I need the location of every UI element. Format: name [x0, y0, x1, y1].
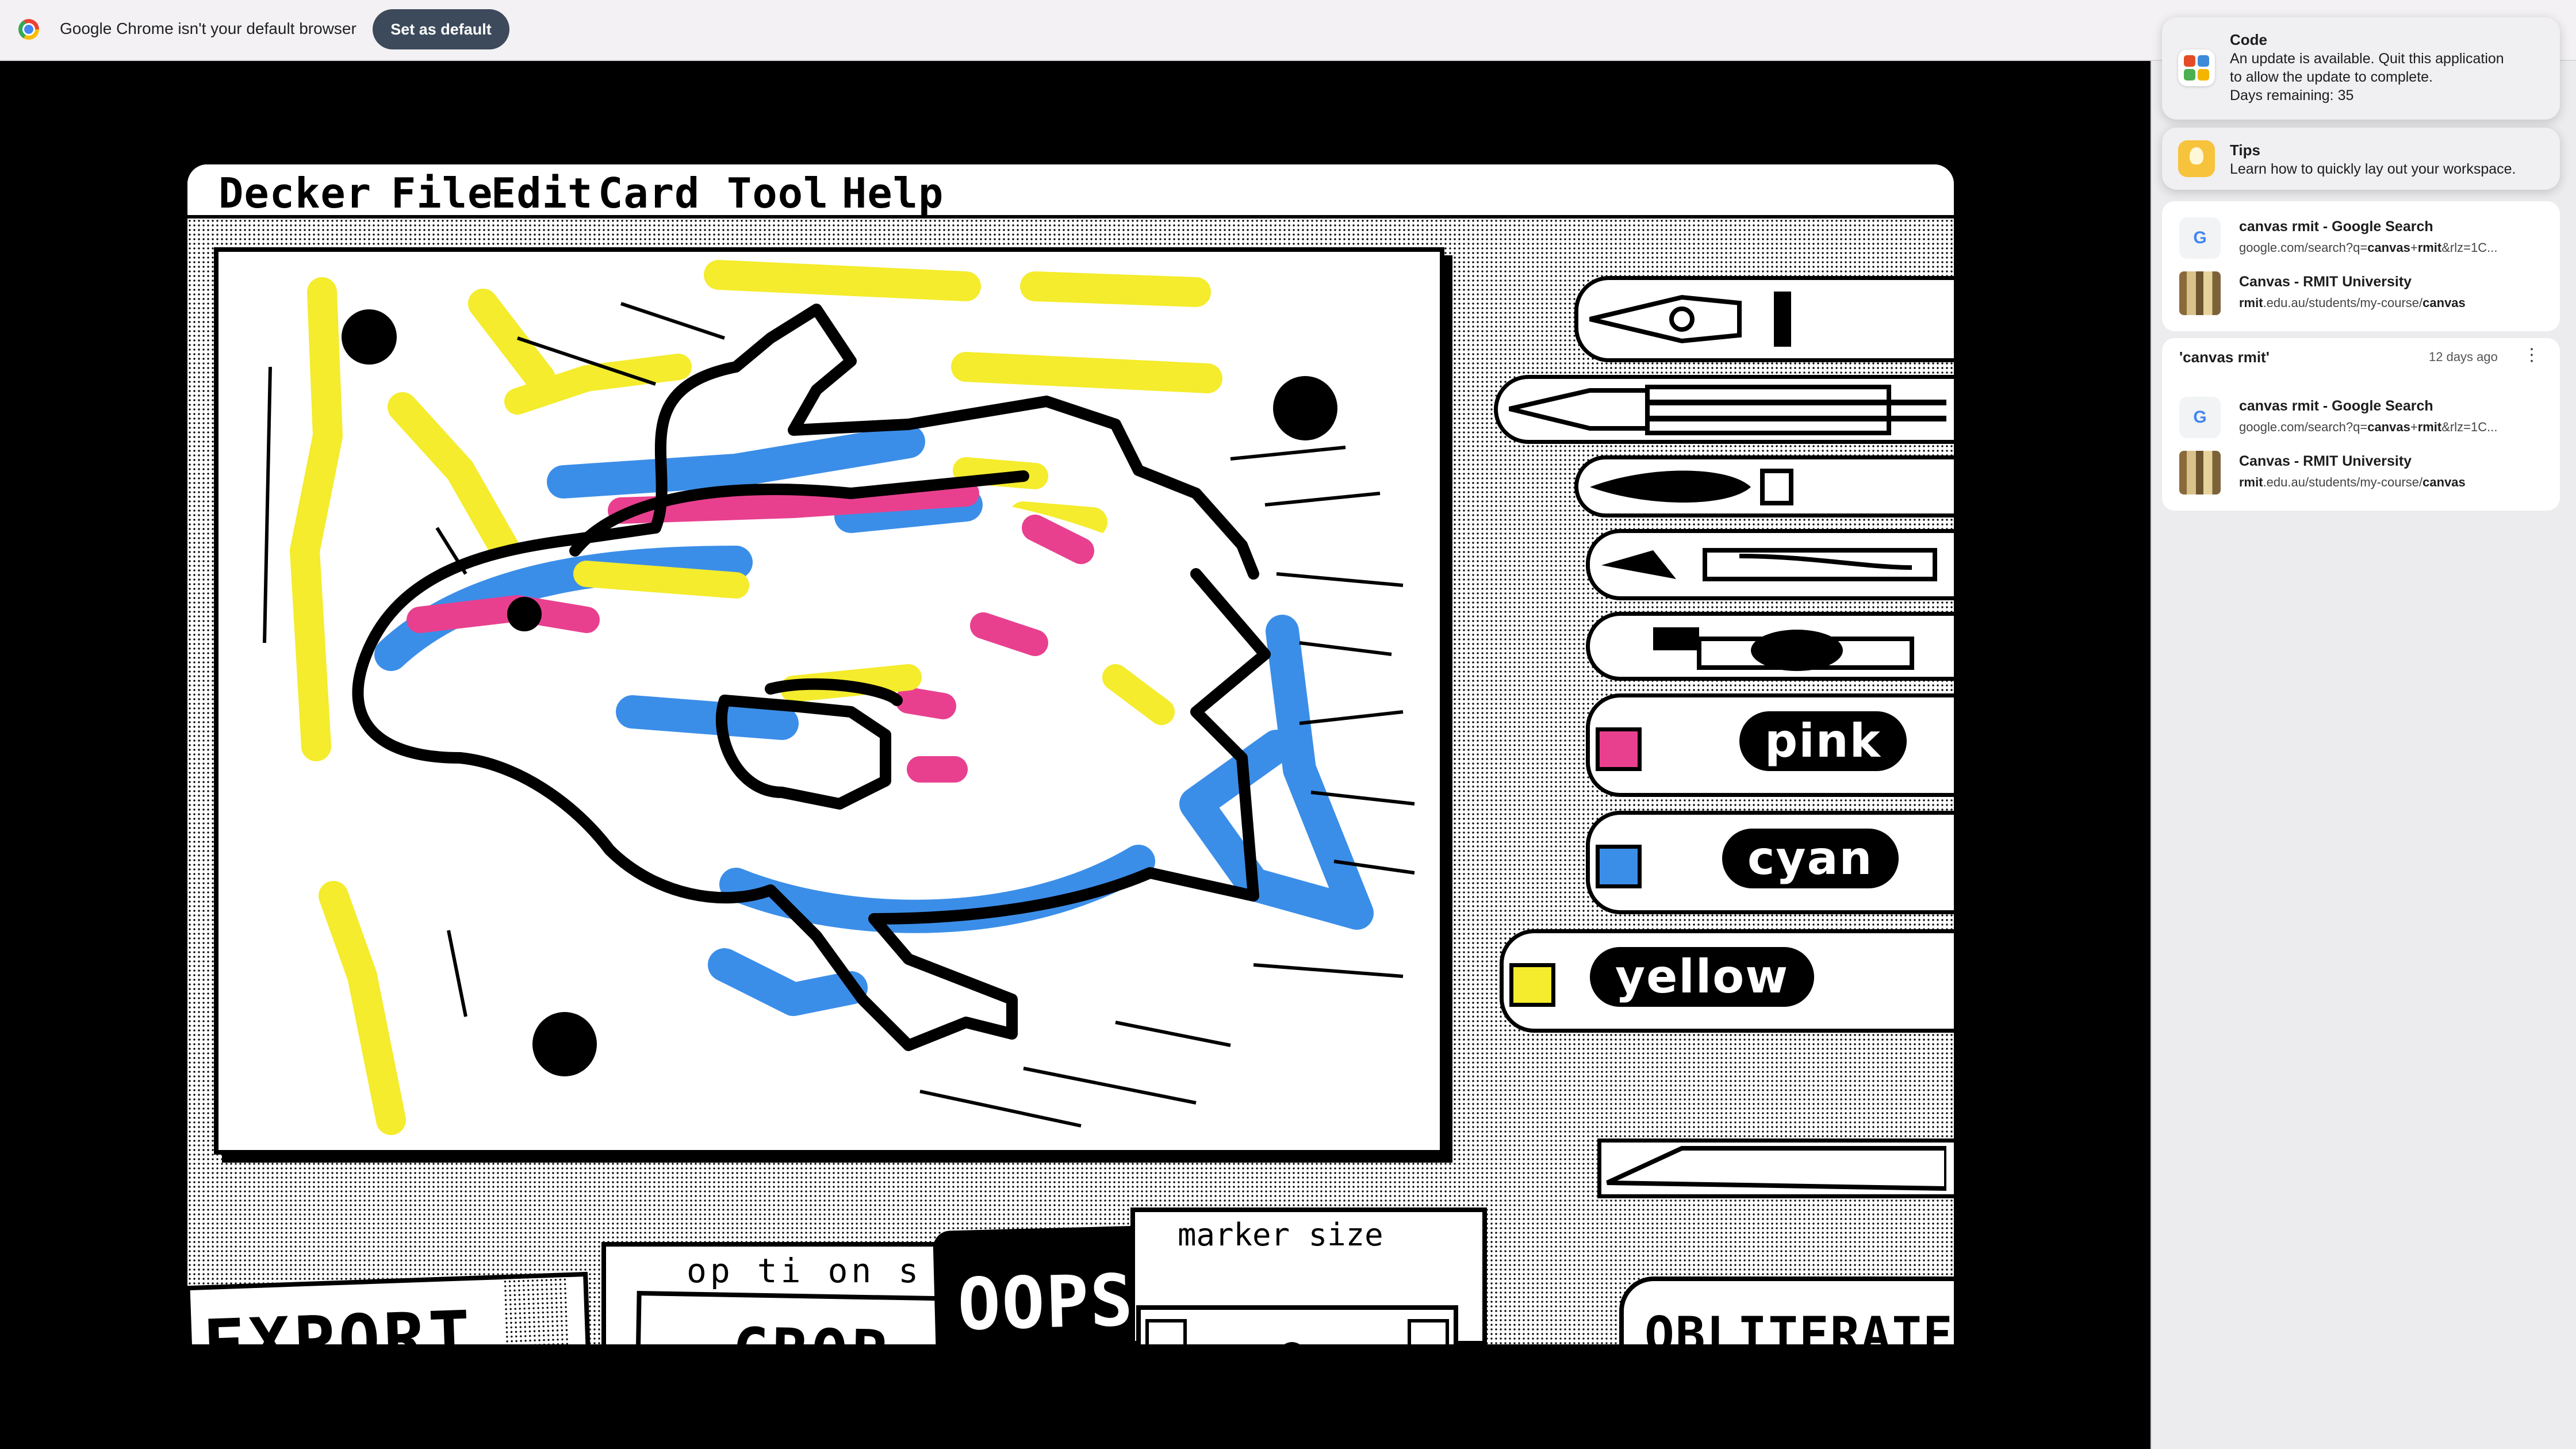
- cyan-marker-label: cyan: [1722, 829, 1899, 888]
- paintbrush-icon: [1601, 548, 1937, 581]
- tips-notification[interactable]: Tips Learn how to quickly lay out your w…: [2162, 128, 2560, 190]
- export-pattern: [503, 1277, 570, 1344]
- recent-history-card: G canvas rmit - Google Search google.com…: [2162, 201, 2560, 331]
- obliterate-label: OBLITERATE!: [1644, 1306, 1954, 1344]
- menu-decker[interactable]: Decker: [218, 169, 371, 217]
- obliterate-button[interactable]: OBLITERATE!: [1619, 1276, 1954, 1344]
- fish-drawing: [263, 260, 1415, 1135]
- pencil-icon: [1509, 385, 1946, 435]
- history-entry[interactable]: Canvas - RMIT University rmit.edu.au/stu…: [2179, 268, 2547, 320]
- history-url: google.com/search?q=canvas+rmit&rlz=1C..…: [2239, 420, 2498, 434]
- infobar-message: Google Chrome isn't your default browser: [60, 20, 356, 37]
- history-entry[interactable]: Canvas - RMIT University rmit.edu.au/stu…: [2179, 447, 2547, 499]
- spray-tool[interactable]: [1586, 612, 1954, 681]
- size-increase-arrow-icon[interactable]: ⇨: [1408, 1319, 1449, 1344]
- eraser-icon: [1606, 1146, 1946, 1191]
- pink-marker-tool[interactable]: pink: [1586, 693, 1954, 797]
- paintbrush-tool[interactable]: [1586, 529, 1954, 600]
- history-title: Canvas - RMIT University: [2239, 274, 2412, 290]
- decker-window: Decker File Edit Card Tool Help pink cya…: [187, 164, 1954, 1344]
- notification-line: Days remaining: 35: [2230, 87, 2354, 103]
- code-update-notification[interactable]: Code An update is available. Quit this a…: [2162, 17, 2560, 120]
- export-label: EXPORT: [202, 1296, 475, 1344]
- yellow-marker-tool[interactable]: yellow: [1500, 929, 1954, 1033]
- pink-marker-label: pink: [1739, 711, 1907, 771]
- history-title: canvas rmit - Google Search: [2239, 218, 2433, 235]
- chrome-logo-icon: [18, 19, 39, 40]
- history-group-age: 12 days ago: [2429, 350, 2498, 364]
- oops-button[interactable]: OOPS!: [933, 1225, 1179, 1344]
- history-url: rmit.edu.au/students/my-course/canvas: [2239, 296, 2466, 310]
- fountain-pen-tool[interactable]: [1574, 276, 1954, 362]
- notification-line: An update is available. Quit this applic…: [2230, 51, 2504, 67]
- history-group-card: 'canvas rmit' 12 days ago ⋮ G canvas rmi…: [2162, 338, 2560, 511]
- marker-size-control: ⇦ ⇨: [1136, 1305, 1458, 1344]
- fountain-pen-icon: [1589, 292, 1791, 347]
- yellow-cap-icon: [1509, 963, 1555, 1007]
- eraser-tool[interactable]: [1597, 1138, 1954, 1198]
- menu-card[interactable]: Card: [598, 169, 700, 217]
- export-button[interactable]: EXPORT: [187, 1271, 592, 1344]
- crop-button[interactable]: CROP: [635, 1291, 965, 1344]
- notification-title: Code: [2230, 31, 2267, 48]
- yellow-marker-label: yellow: [1590, 947, 1815, 1007]
- menu-edit[interactable]: Edit: [491, 169, 593, 217]
- history-entry[interactable]: G canvas rmit - Google Search google.com…: [2179, 392, 2547, 444]
- notification-body: Learn how to quickly lay out your worksp…: [2230, 161, 2516, 177]
- size-decrease-arrow-icon[interactable]: ⇦: [1145, 1319, 1187, 1344]
- cyan-cap-icon: [1596, 845, 1642, 888]
- history-entry[interactable]: G canvas rmit - Google Search google.com…: [2179, 213, 2547, 264]
- notification-title: Tips: [2230, 141, 2260, 159]
- lightbulb-icon: [2178, 140, 2215, 177]
- pencil-tool[interactable]: [1494, 375, 1954, 444]
- crop-label: CROP: [732, 1314, 891, 1344]
- notification-line: to allow the update to complete.: [2230, 69, 2433, 85]
- history-title: Canvas - RMIT University: [2239, 453, 2412, 469]
- brush-tool[interactable]: [1574, 455, 1954, 518]
- google-icon: G: [2179, 217, 2221, 259]
- history-title: canvas rmit - Google Search: [2239, 398, 2433, 414]
- rmit-icon: [2179, 271, 2221, 315]
- vscode-app-icon: [2178, 49, 2215, 86]
- marker-size-label: marker size: [1178, 1217, 1383, 1253]
- more-options-icon[interactable]: ⋮: [2523, 345, 2540, 365]
- marker-size-preview: [1276, 1342, 1308, 1344]
- options-label: op ti on s: [687, 1251, 922, 1290]
- decker-menubar: Decker File Edit Card Tool Help: [187, 164, 1954, 218]
- spray-can-icon: [1653, 627, 1914, 671]
- cyan-marker-tool[interactable]: cyan: [1586, 811, 1954, 914]
- history-url: rmit.edu.au/students/my-course/canvas: [2239, 475, 2466, 489]
- menu-file[interactable]: File: [391, 169, 493, 217]
- rmit-icon: [2179, 451, 2221, 494]
- pink-cap-icon: [1596, 727, 1642, 771]
- drawing-canvas[interactable]: [214, 247, 1444, 1155]
- notification-body: An update is available. Quit this applic…: [2230, 49, 2552, 105]
- menu-tool[interactable]: Tool: [727, 169, 829, 217]
- google-icon: G: [2179, 397, 2221, 438]
- set-as-default-button[interactable]: Set as default: [373, 9, 509, 49]
- history-url: google.com/search?q=canvas+rmit&rlz=1C..…: [2239, 240, 2498, 255]
- history-group-title: 'canvas rmit': [2179, 348, 2270, 366]
- brush-icon: [1590, 469, 1793, 505]
- menu-help[interactable]: Help: [842, 169, 944, 217]
- card-workarea: pink cyan yellow EXPORT op ti on s CROP …: [187, 218, 1954, 1344]
